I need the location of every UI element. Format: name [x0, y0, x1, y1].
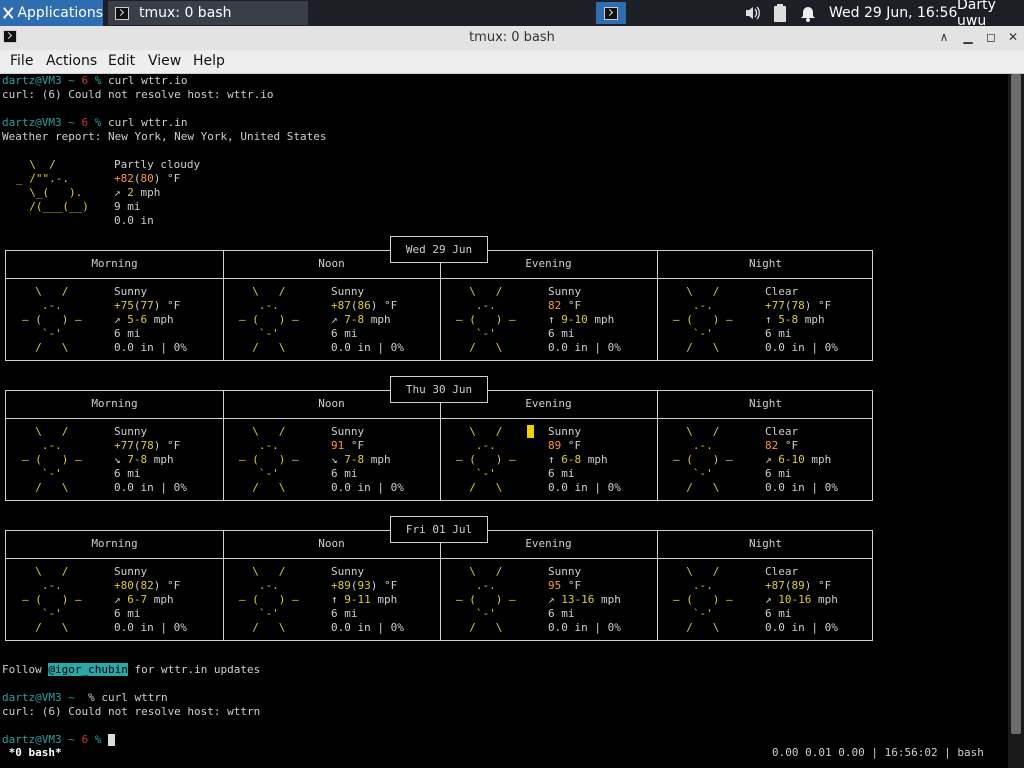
xfce-logo-icon: [3, 7, 14, 19]
sun-art-icon: \ / .-. ― ( ) ― `-' / \: [22, 565, 95, 634]
period-header: Morning: [91, 257, 138, 270]
forecast-cell: Sunny +77(78) °F ↘ 7-8 mph 6 mi 0.0 in |…: [114, 425, 187, 494]
window-title: tmux: 0 bash: [469, 30, 555, 45]
period-header: Morning: [91, 397, 138, 410]
menu-actions[interactable]: Actions: [46, 53, 97, 69]
error-line: curl: (6) Could not resolve host: wttrn: [2, 705, 261, 718]
close-icon[interactable]: ✕: [1005, 29, 1021, 45]
forecast-cell: Clear +77(78) °F ↑ 5-8 mph 6 mi 0.0 in |…: [765, 285, 838, 354]
date-label: Wed 29 Jun: [390, 236, 488, 263]
period-header: Morning: [91, 537, 138, 550]
tmux-status-right: 0.00 0.01 0.00 | 16:56:02 | bash: [772, 746, 984, 759]
user-name[interactable]: Darty uwu: [957, 0, 1024, 29]
sun-art-icon: \ / .-. ― ( ) ― `-' / \: [22, 425, 95, 494]
forecast-table: Morning \ / .-. ― ( ) ― `-' / \ Sunny +8…: [5, 530, 873, 641]
minimize-icon[interactable]: ▁: [960, 29, 976, 45]
terminal-icon: [115, 6, 129, 20]
tmux-window-list[interactable]: *0 bash*: [2, 746, 62, 760]
twitter-handle-link[interactable]: @igor_chubin: [48, 663, 128, 676]
sun-art-icon: \ / .-. ― ( ) ― `-' / \: [456, 425, 529, 494]
forecast-table: Morning \ / .-. ― ( ) ― `-' / \ Sunny +7…: [5, 390, 873, 501]
clear-sky-art-icon: \ / .-. ― ( ) ― `-' / \: [673, 425, 746, 494]
taskbar-item-tmux[interactable]: tmux: 0 bash: [108, 1, 308, 25]
forecast-cell: Sunny 95 °F ↗ 13-16 mph 6 mi 0.0 in | 0%: [548, 565, 621, 634]
maximize-icon[interactable]: ◻: [983, 29, 999, 45]
top-panel: Applications tmux: 0 bash Wed 29 Jun, 16…: [0, 0, 1024, 29]
scrollbar-thumb[interactable]: [1011, 74, 1021, 734]
command-line: dartz@VM3 ~ 6 % curl wttr.io: [2, 74, 188, 87]
follow-line: Follow @igor_chubin for wttr.in updates: [2, 663, 261, 676]
cloud-art-icon: \ / _ /"".-. \_( ). /(___(__): [16, 158, 96, 213]
date-label: Thu 30 Jun: [390, 376, 488, 403]
weather-report-title: Weather report: New York, New York, Unit…: [2, 130, 327, 143]
sun-art-icon: \ / .-. ― ( ) ― `-' / \: [22, 285, 95, 354]
applications-menu-button[interactable]: Applications: [0, 0, 103, 26]
workspace-terminal-icon: [604, 6, 618, 20]
sun-art-icon: \ / .-. ― ( ) ― `-' / \: [239, 565, 312, 634]
forecast-cell: Sunny +87(86) °F ↗ 7-8 mph 6 mi 0.0 in |…: [331, 285, 404, 354]
battery-icon[interactable]: [773, 0, 787, 26]
terminal-area[interactable]: dartz@VM3 ~ 6 % curl wttr.io curl: (6) C…: [0, 74, 1008, 768]
command-line: dartz@VM3 ~ 6 % curl wttr.in: [2, 116, 188, 129]
date-label: Fri 01 Jul: [390, 516, 488, 543]
table-divider: [6, 418, 872, 419]
clear-sky-art-icon: \ / .-. ― ( ) ― `-' / \: [673, 285, 746, 354]
forecast-cell: Sunny 91 °F ↘ 7-8 mph 6 mi 0.0 in | 0%: [331, 425, 404, 494]
current-prompt[interactable]: dartz@VM3 ~ 6 %: [2, 733, 115, 747]
speaker-icon[interactable]: [744, 0, 762, 26]
menu-edit[interactable]: Edit: [108, 53, 135, 69]
workspace-switcher[interactable]: [596, 2, 626, 24]
window-shade-icon[interactable]: ∧: [936, 29, 952, 45]
clear-sky-art-icon: \ / .-. ― ( ) ― `-' / \: [673, 565, 746, 634]
menu-view[interactable]: View: [148, 53, 181, 69]
forecast-cell: Clear 82 °F ↗ 6-10 mph 6 mi 0.0 in | 0%: [765, 425, 838, 494]
forecast-cell: Sunny +75(77) °F ↗ 5-6 mph 6 mi 0.0 in |…: [114, 285, 187, 354]
command-line: dartz@VM3 ~ % curl wttrn: [2, 691, 168, 704]
forecast-cell: Sunny +80(82) °F ↗ 6-7 mph 6 mi 0.0 in |…: [114, 565, 187, 634]
forecast-table: Morning \ / .-. ― ( ) ― `-' / \ Sunny +7…: [5, 250, 873, 361]
menu-bar: File Actions Edit View Help: [0, 50, 1024, 74]
table-divider: [6, 278, 872, 279]
forecast-cell: Clear +87(89) °F ↗ 10-16 mph 6 mi 0.0 in…: [765, 565, 838, 634]
applications-label: Applications: [17, 5, 103, 21]
taskbar-item-label: tmux: 0 bash: [139, 5, 232, 21]
sun-art-icon: \ / .-. ― ( ) ― `-' / \: [456, 285, 529, 354]
sun-art-icon: \ / .-. ― ( ) ― `-' / \: [456, 565, 529, 634]
forecast-cell: Sunny +89(93) °F ↑ 9-11 mph 6 mi 0.0 in …: [331, 565, 404, 634]
period-header: Night: [748, 257, 783, 270]
period-header: Night: [748, 537, 783, 550]
table-divider: [6, 558, 872, 559]
window-titlebar[interactable]: tmux: 0 bash ∧ ▁ ◻ ✕: [0, 26, 1024, 50]
highlight-block: [527, 425, 534, 438]
bell-icon[interactable]: [800, 0, 816, 26]
terminal-scrollbar[interactable]: [1008, 74, 1024, 768]
period-header: Night: [748, 397, 783, 410]
sun-art-icon: \ / .-. ― ( ) ― `-' / \: [239, 285, 312, 354]
clock[interactable]: Wed 29 Jun, 16:56: [829, 0, 957, 26]
menu-help[interactable]: Help: [193, 53, 225, 69]
sun-art-icon: \ / .-. ― ( ) ― `-' / \: [239, 425, 312, 494]
forecast-cell: Sunny 82 °F ↑ 9-10 mph 6 mi 0.0 in | 0%: [548, 285, 621, 354]
current-conditions: Partly cloudy +82(80) °F ↗ 2 mph 9 mi 0.…: [114, 158, 201, 227]
menu-file[interactable]: File: [10, 53, 33, 69]
error-line: curl: (6) Could not resolve host: wttr.i…: [2, 88, 274, 101]
text-cursor: [107, 734, 115, 746]
forecast-cell: Sunny 89 °F ↑ 6-8 mph 6 mi 0.0 in | 0%: [548, 425, 621, 494]
